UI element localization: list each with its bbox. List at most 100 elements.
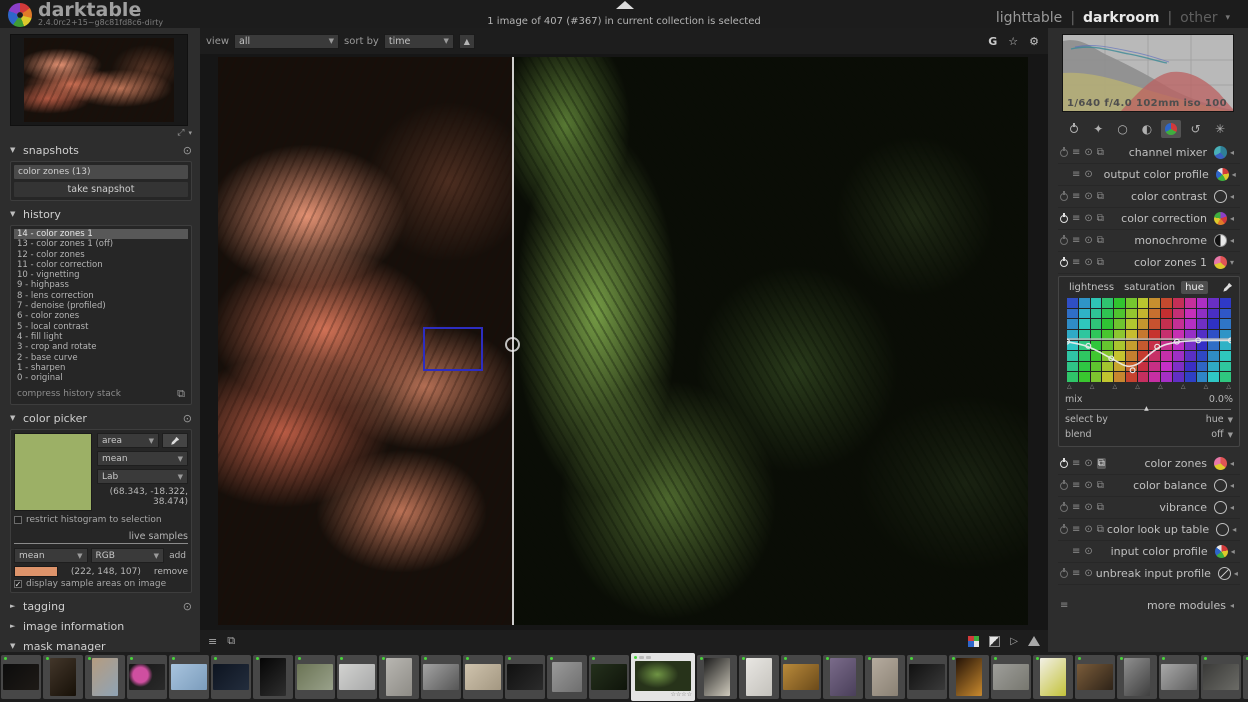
picker-mode-dropdown[interactable]: area ▼	[97, 433, 159, 449]
image-information-header[interactable]: ► image information	[10, 617, 192, 635]
overlays-star-icon[interactable]: ☆	[1005, 35, 1021, 48]
picker-colorspace-dropdown[interactable]: Lab ▼	[97, 469, 188, 485]
view-filter-dropdown[interactable]: all ▼	[234, 33, 340, 49]
view-darkroom[interactable]: darkroom	[1083, 10, 1159, 26]
history-item[interactable]: 4 - fill light	[14, 332, 188, 342]
chevron-down-icon[interactable]: ▼	[1228, 431, 1233, 439]
filmstrip-thumbnail[interactable]	[463, 655, 503, 699]
color-picker-header[interactable]: ▼ color picker ⊙	[10, 409, 192, 427]
favorites-group-icon[interactable]: ✦	[1088, 120, 1108, 138]
zone-boundary-marker[interactable]: △	[1090, 383, 1095, 390]
module-presets-icon[interactable]: ≡	[1072, 191, 1080, 202]
module-presets-icon[interactable]: ≡	[1072, 480, 1080, 491]
histogram[interactable]: 1/640 f/4.0 102mm iso 100	[1062, 34, 1234, 112]
module-power-icon[interactable]	[1060, 190, 1068, 201]
zone-boundary-marker[interactable]: △	[1113, 383, 1118, 390]
eyedropper-button[interactable]	[162, 433, 188, 449]
filmstrip-thumbnail[interactable]	[865, 655, 905, 699]
module-unbreak-input-profile[interactable]: ≡ ⊙ unbreak input profile ◂	[1058, 563, 1240, 585]
compress-history-button[interactable]: compress history stack	[17, 389, 177, 399]
view-lighttable[interactable]: lighttable	[996, 10, 1063, 26]
expander-arrow-icon[interactable]: ◂	[1232, 525, 1238, 534]
softproof-icon[interactable]: ▷	[1010, 636, 1018, 647]
expander-arrow-icon[interactable]: ◂	[1230, 214, 1238, 223]
module-power-icon[interactable]	[1060, 256, 1068, 267]
presets-icon[interactable]: ⊙	[183, 412, 192, 425]
filmstrip-thumbnail[interactable]	[379, 655, 419, 699]
module-power-icon[interactable]	[1060, 146, 1068, 157]
module-power-icon[interactable]	[1060, 567, 1068, 578]
module-instance-icon[interactable]: ⧉	[1097, 235, 1104, 246]
hamburger-menu-icon[interactable]: ≡	[208, 635, 217, 648]
module-presets-icon[interactable]: ≡	[1072, 235, 1080, 246]
view-other[interactable]: other	[1180, 10, 1217, 26]
module-presets-icon[interactable]: ≡	[1072, 169, 1080, 180]
history-item[interactable]: 14 - color zones 1	[14, 229, 188, 240]
module-vibrance[interactable]: ≡ ⊙ ⧉ vibrance ◂	[1058, 497, 1240, 519]
filmstrip-thumbnail[interactable]	[421, 655, 461, 699]
tab-saturation[interactable]: saturation	[1120, 281, 1179, 294]
filmstrip-thumbnail[interactable]	[1159, 655, 1199, 699]
navigation-preview[interactable]	[10, 34, 188, 126]
expander-arrow-icon[interactable]: ◂	[1234, 569, 1238, 578]
module-power-icon[interactable]	[1060, 457, 1068, 468]
color-group-icon[interactable]	[1161, 120, 1182, 138]
history-item[interactable]: 5 - local contrast	[14, 322, 188, 332]
filmstrip-thumbnail[interactable]	[1, 655, 41, 699]
history-header[interactable]: ▼ history	[10, 205, 192, 223]
tab-hue[interactable]: hue	[1181, 281, 1208, 294]
module-channel-mixer[interactable]: ≡ ⊙ ⧉ channel mixer ◂	[1058, 142, 1240, 164]
sample-stat-dropdown[interactable]: mean ▼	[14, 548, 88, 564]
module-color-zones-1[interactable]: ≡ ⊙ ⧉ color zones 1 ▾	[1058, 252, 1240, 274]
history-item[interactable]: 9 - highpass	[14, 280, 188, 290]
snapshots-header[interactable]: ▼ snapshots ⊙	[10, 141, 192, 159]
zoom-dropdown-caret[interactable]: ▾	[188, 129, 192, 137]
history-item[interactable]: 7 - denoise (profiled)	[14, 301, 188, 311]
module-presets-icon[interactable]: ≡	[1072, 458, 1080, 469]
star-rating[interactable]: ☆☆☆☆	[634, 691, 692, 698]
zone-boundary-marker[interactable]: △	[1226, 383, 1231, 390]
filmstrip-thumbnail[interactable]	[337, 655, 377, 699]
history-item[interactable]: 3 - crop and rotate	[14, 342, 188, 352]
tab-lightness[interactable]: lightness	[1065, 281, 1118, 294]
expander-arrow-icon[interactable]: ◂	[1232, 170, 1238, 179]
module-reset-icon[interactable]: ⊙	[1084, 213, 1092, 224]
sort-ascending-button[interactable]: ▲	[458, 33, 475, 49]
history-item[interactable]: 8 - lens correction	[14, 291, 188, 301]
module-instance-icon[interactable]: ⧉	[1097, 257, 1104, 268]
expander-arrow-icon[interactable]: ◂	[1230, 192, 1238, 201]
module-instance-icon[interactable]: ⧉	[1097, 524, 1104, 535]
module-instance-icon[interactable]: ⧉	[1096, 458, 1106, 469]
module-instance-icon[interactable]: ⧉	[1097, 147, 1104, 158]
filmstrip-thumbnail[interactable]	[1075, 655, 1115, 699]
hamburger-menu-icon[interactable]: ≡	[1060, 600, 1068, 611]
color-zones-curve-area[interactable]	[1067, 298, 1231, 382]
filmstrip-thumbnail-selected[interactable]: ☆☆☆☆	[631, 653, 695, 701]
module-reset-icon[interactable]: ⊙	[1084, 458, 1092, 469]
module-color-look-up-table[interactable]: ≡ ⊙ ⧉ color look up table ◂	[1058, 519, 1240, 541]
filmstrip-thumbnail[interactable]	[697, 655, 737, 699]
module-reset-icon[interactable]: ⊙	[1084, 147, 1092, 158]
module-presets-icon[interactable]: ≡	[1072, 502, 1080, 513]
more-modules-row[interactable]: ≡ more modules ◂	[1058, 599, 1240, 612]
gamut-check-icon[interactable]	[968, 635, 980, 647]
module-reset-icon[interactable]: ⊙	[1084, 235, 1092, 246]
live-sample-swatch[interactable]	[14, 566, 58, 578]
history-item[interactable]: 13 - color zones 1 (off)	[14, 239, 188, 249]
expander-arrow-icon[interactable]: ◂	[1230, 148, 1238, 157]
history-item[interactable]: 0 - original	[14, 373, 188, 383]
module-presets-icon[interactable]: ≡	[1072, 568, 1080, 579]
module-power-icon[interactable]	[1060, 212, 1068, 223]
darkroom-canvas[interactable]	[200, 54, 1048, 630]
collapse-top-panel-arrow[interactable]	[616, 1, 634, 9]
remove-sample-button[interactable]: remove	[154, 567, 188, 577]
take-snapshot-button[interactable]: take snapshot	[14, 182, 188, 197]
filmstrip-thumbnail[interactable]	[85, 655, 125, 699]
filmstrip-thumbnail[interactable]	[547, 655, 587, 699]
mix-slider-row[interactable]: mix 0.0%	[1065, 394, 1233, 405]
module-power-icon[interactable]	[1060, 501, 1068, 512]
expander-arrow-icon[interactable]: ◂	[1230, 459, 1238, 468]
tone-group-icon[interactable]: ◐	[1137, 120, 1157, 138]
basic-group-icon[interactable]: ○	[1113, 120, 1133, 138]
raw-overexposure-warning-icon[interactable]	[1028, 636, 1040, 646]
